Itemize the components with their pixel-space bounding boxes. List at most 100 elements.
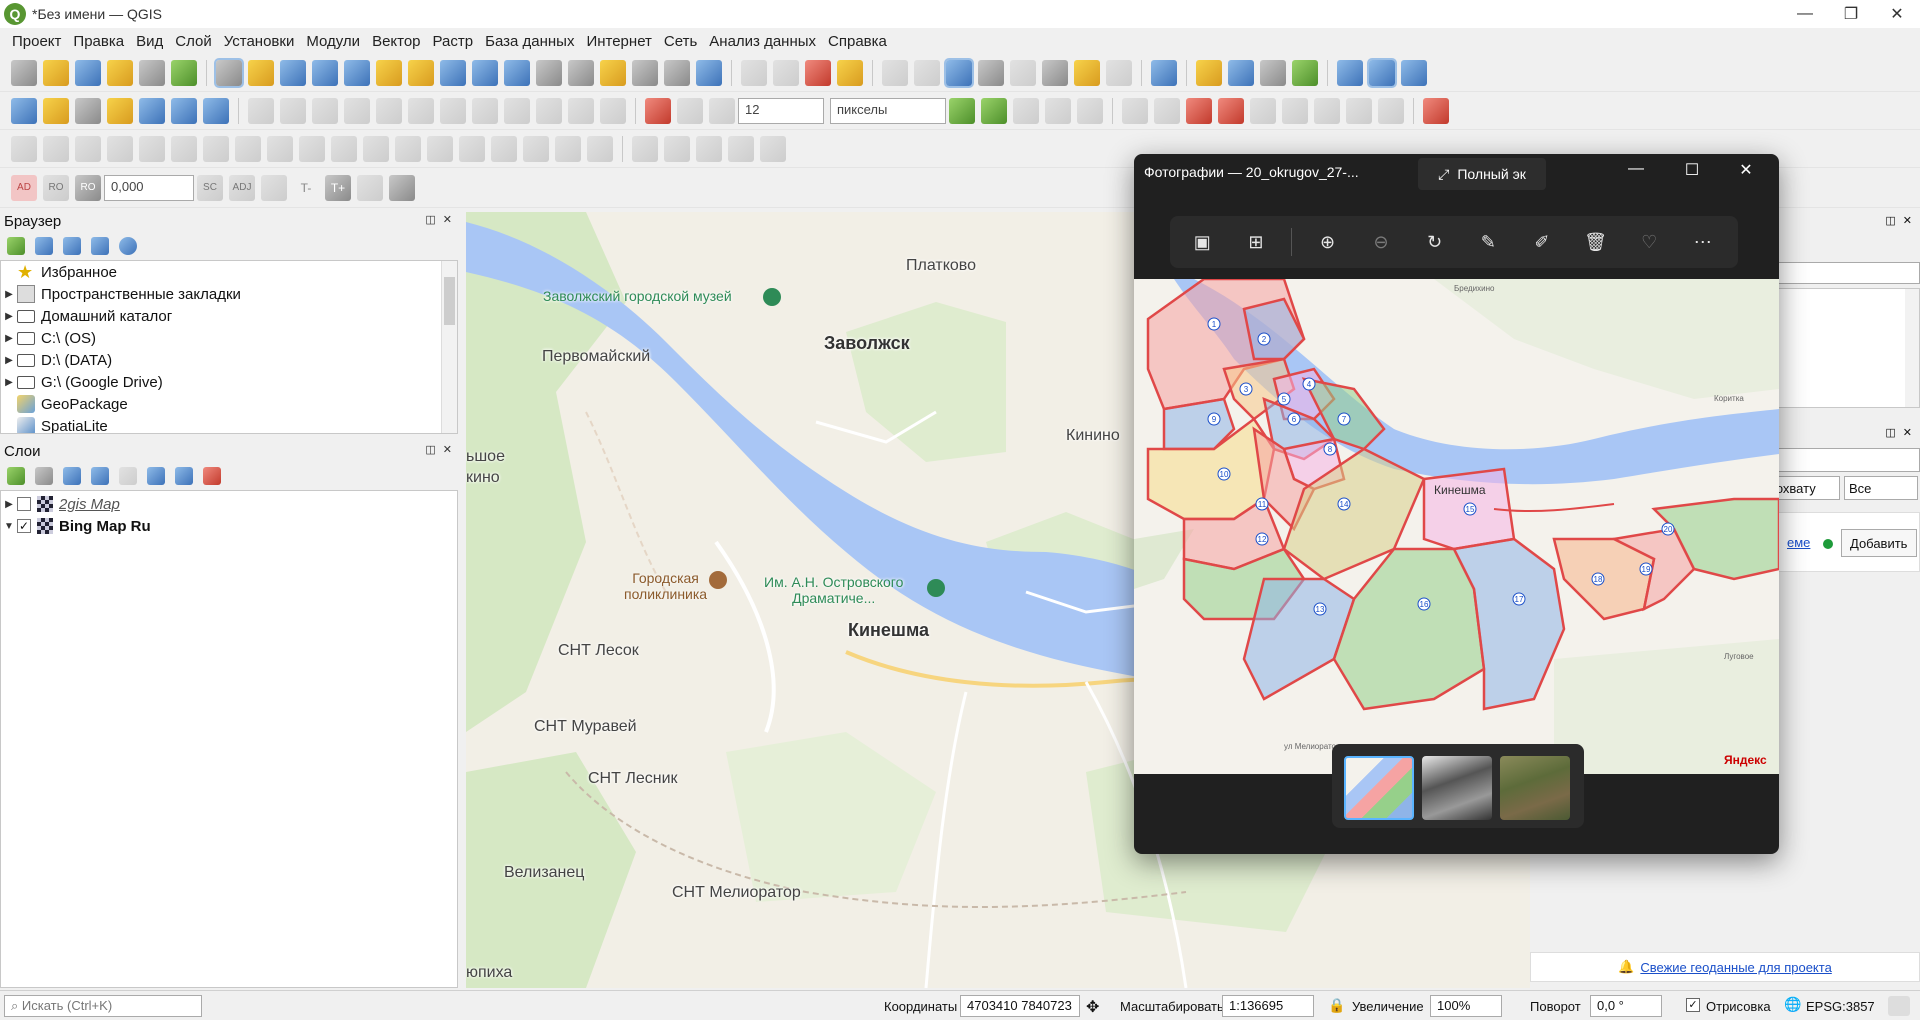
- snapping-type-icon[interactable]: [709, 97, 735, 124]
- adjust-ad-icon[interactable]: AD: [11, 174, 37, 201]
- browser-item-d-drive[interactable]: ▶ D:\ (DATA): [1, 349, 457, 371]
- zoom-native-icon[interactable]: [440, 59, 466, 86]
- merge-features-icon[interactable]: [331, 135, 357, 162]
- manage-visibility-icon[interactable]: [63, 467, 81, 485]
- district-marker[interactable]: 10: [1220, 470, 1229, 479]
- filter-select[interactable]: Все: [1844, 476, 1918, 500]
- crs-globe-icon[interactable]: 🌐: [1784, 996, 1801, 1013]
- district-marker[interactable]: 1: [1212, 320, 1217, 329]
- browser-item-bookmarks[interactable]: ▶ Пространственные закладки: [1, 283, 457, 305]
- menu-web[interactable]: Интернет: [580, 33, 657, 50]
- geodata-news-link[interactable]: Свежие геоданные для проекта: [1640, 960, 1831, 975]
- offset-curve-icon[interactable]: [235, 135, 261, 162]
- annotation-icon[interactable]: [1106, 59, 1132, 86]
- split-parts-icon[interactable]: [299, 135, 325, 162]
- adjust-undo-icon[interactable]: [389, 174, 415, 201]
- temporal-controller-icon[interactable]: [664, 59, 690, 86]
- layer-row-bing[interactable]: ▼ ✓ Bing Map Ru: [1, 515, 457, 537]
- text-plus-icon[interactable]: T+: [325, 174, 351, 201]
- messages-icon[interactable]: [1888, 996, 1910, 1016]
- satellite-bw-thumb[interactable]: [1422, 756, 1492, 820]
- georeferencer-icon[interactable]: [1260, 59, 1286, 86]
- render-checkbox[interactable]: ✓: [1686, 998, 1700, 1012]
- diagram-toolbar-icon[interactable]: [1154, 97, 1180, 124]
- delete-ring-icon[interactable]: [139, 135, 165, 162]
- snapping-tolerance-input[interactable]: 12: [738, 97, 824, 124]
- label-toolbar-icon[interactable]: [1122, 97, 1148, 124]
- district-marker[interactable]: 2: [1262, 335, 1267, 344]
- zoom-last-icon[interactable]: [472, 59, 498, 86]
- expand-all-icon[interactable]: [147, 467, 165, 485]
- gallery-icon[interactable]: ⊞: [1238, 223, 1275, 261]
- scale-field[interactable]: 1:136695: [1222, 995, 1314, 1017]
- photos-maximize-button[interactable]: ☐: [1672, 160, 1712, 180]
- locator-search-input[interactable]: ⌕ Искать (Ctrl+K): [4, 995, 202, 1017]
- text-minus-icon[interactable]: T-: [293, 175, 319, 201]
- delete-part-icon[interactable]: [171, 135, 197, 162]
- district-marker[interactable]: 18: [1594, 575, 1603, 584]
- district-marker[interactable]: 14: [1340, 500, 1349, 509]
- processing-toolbox-icon[interactable]: [1228, 59, 1254, 86]
- district-marker[interactable]: 3: [1244, 385, 1249, 394]
- collapse-all-icon[interactable]: [91, 237, 109, 255]
- restore-button[interactable]: ❐: [1828, 0, 1874, 28]
- district-marker[interactable]: 6: [1292, 415, 1297, 424]
- menu-view[interactable]: Вид: [130, 33, 169, 50]
- rotate-feature-icon[interactable]: [587, 135, 613, 162]
- menu-mesh[interactable]: Сеть: [658, 33, 703, 50]
- tracing-icon[interactable]: [1013, 97, 1039, 124]
- panel-float-close-icons[interactable]: ◫ ✕: [425, 213, 454, 226]
- menu-help[interactable]: Справка: [822, 33, 893, 50]
- panel-float-close-icons[interactable]: ◫ ✕: [425, 443, 454, 456]
- browser-item-home[interactable]: ▶ Домашний каталог: [1, 305, 457, 327]
- draw-icon[interactable]: ✐: [1524, 223, 1561, 261]
- save-edits-icon[interactable]: [312, 97, 338, 124]
- browser-item-g-drive[interactable]: ▶ G:\ (Google Drive): [1, 371, 457, 393]
- style-manager-icon[interactable]: [171, 59, 197, 86]
- statistics-sigma-icon[interactable]: [978, 59, 1004, 86]
- menu-layer[interactable]: Слой: [169, 33, 217, 50]
- modify-attributes-icon[interactable]: [408, 97, 434, 124]
- new-virtual-layer-icon[interactable]: [171, 97, 197, 124]
- collapse-all-icon[interactable]: [175, 467, 193, 485]
- fullscreen-button[interactable]: ⤢ Полный эк: [1418, 158, 1546, 190]
- digitize-icon[interactable]: [344, 97, 370, 124]
- snapping-magnet-icon[interactable]: [645, 97, 671, 124]
- save-as-icon[interactable]: [107, 59, 133, 86]
- add-group-icon[interactable]: [35, 467, 53, 485]
- deselect-icon[interactable]: [805, 59, 831, 86]
- district-marker[interactable]: 12: [1258, 535, 1267, 544]
- crosshair-icon[interactable]: [1423, 97, 1449, 124]
- add-part-icon[interactable]: [75, 135, 101, 162]
- adjust-adj-icon[interactable]: ADJ: [229, 174, 255, 201]
- new-geopackage-layer-icon[interactable]: [43, 97, 69, 124]
- snapping-units-select[interactable]: пикселы: [830, 97, 946, 124]
- measure-settings-icon[interactable]: [944, 57, 974, 88]
- browser-item-geopackage[interactable]: GeoPackage: [1, 393, 457, 415]
- refresh-browser-icon[interactable]: [35, 237, 53, 255]
- snapping-scale-icon[interactable]: [1077, 97, 1103, 124]
- scale-lock-icon[interactable]: 🔒: [1328, 997, 1345, 1014]
- ellipse-digitize-icon[interactable]: [696, 135, 722, 162]
- crs-label[interactable]: EPSG:3857: [1806, 999, 1875, 1014]
- save-project-icon[interactable]: [75, 59, 101, 86]
- magnifier-field[interactable]: 100%: [1430, 995, 1502, 1017]
- menu-processing[interactable]: Анализ данных: [703, 33, 822, 50]
- district-marker[interactable]: 8: [1328, 445, 1333, 454]
- label-abc-icon[interactable]: [1186, 97, 1212, 124]
- satellite-color-thumb[interactable]: [1500, 756, 1570, 820]
- browser-scrollbar[interactable]: [441, 261, 457, 433]
- adjust-sc-icon[interactable]: SC: [197, 174, 223, 201]
- minimize-button[interactable]: —: [1782, 0, 1828, 28]
- align-rasters-icon[interactable]: [555, 135, 581, 162]
- zoom-next-icon[interactable]: [504, 59, 530, 86]
- layer-checkbox[interactable]: ✓: [17, 519, 31, 533]
- advanced-digitizing-icon[interactable]: [11, 135, 37, 162]
- zoom-out-icon[interactable]: ⊖: [1363, 223, 1400, 261]
- rotate-point-icon[interactable]: [395, 135, 421, 162]
- new-map-view-icon[interactable]: [536, 59, 562, 86]
- layer-row-2gis[interactable]: ▶ 2gis Map: [1, 493, 457, 515]
- fill-ring-icon[interactable]: [107, 135, 133, 162]
- remove-layer-icon[interactable]: [203, 467, 221, 485]
- browser-item-spatialite[interactable]: SpatiaLite: [1, 415, 457, 433]
